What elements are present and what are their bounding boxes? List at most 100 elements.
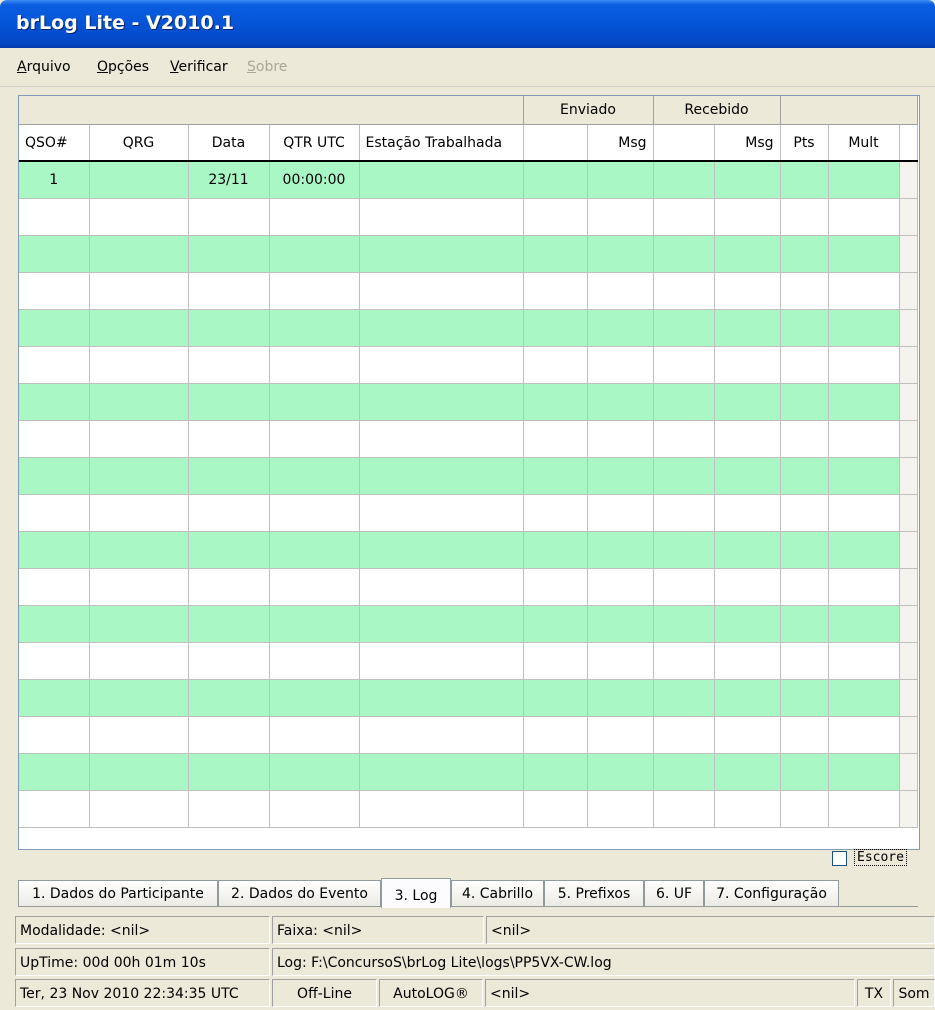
table-cell[interactable]: [269, 753, 360, 791]
col-header-pts[interactable]: Pts: [780, 124, 829, 162]
vertical-scrollbar[interactable]: ▲ ▼: [919, 134, 920, 849]
table-cell[interactable]: [653, 531, 715, 569]
table-cell[interactable]: [714, 531, 781, 569]
table-cell[interactable]: [269, 272, 360, 310]
table-cell[interactable]: [714, 235, 781, 273]
table-cell[interactable]: [828, 198, 900, 236]
table-cell[interactable]: [523, 457, 588, 495]
table-cell[interactable]: [780, 753, 829, 791]
table-cell[interactable]: [89, 198, 189, 236]
table-cell[interactable]: [714, 272, 781, 310]
table-cell[interactable]: [587, 642, 654, 680]
table-cell[interactable]: [523, 753, 588, 791]
table-cell[interactable]: [780, 235, 829, 273]
table-cell[interactable]: [828, 383, 900, 421]
table-cell[interactable]: [523, 494, 588, 532]
table-cell[interactable]: [587, 420, 654, 458]
table-row[interactable]: [19, 642, 918, 680]
col-header-enviado-msg[interactable]: Msg: [587, 124, 654, 162]
table-cell[interactable]: [359, 309, 524, 347]
table-cell[interactable]: [828, 605, 900, 643]
table-cell[interactable]: [780, 642, 829, 680]
table-cell[interactable]: [188, 198, 270, 236]
table-cell[interactable]: [269, 679, 360, 717]
table-cell[interactable]: [653, 420, 715, 458]
table-cell[interactable]: [828, 531, 900, 569]
table-cell[interactable]: [780, 790, 829, 828]
table-cell[interactable]: [587, 716, 654, 754]
table-cell[interactable]: [653, 161, 715, 199]
table-cell[interactable]: [587, 568, 654, 606]
table-row[interactable]: [19, 272, 918, 310]
table-cell[interactable]: [188, 309, 270, 347]
escore-checkbox-box[interactable]: [832, 851, 847, 866]
table-cell[interactable]: [19, 753, 90, 791]
table-cell[interactable]: [359, 235, 524, 273]
table-cell[interactable]: [89, 753, 189, 791]
table-row[interactable]: [19, 531, 918, 569]
table-cell[interactable]: [780, 309, 829, 347]
table-cell[interactable]: [653, 679, 715, 717]
table-cell[interactable]: [188, 346, 270, 384]
table-cell[interactable]: [19, 272, 90, 310]
table-cell[interactable]: [828, 642, 900, 680]
table-cell[interactable]: [523, 716, 588, 754]
table-cell[interactable]: [188, 679, 270, 717]
table-cell[interactable]: [188, 383, 270, 421]
table-cell[interactable]: [188, 568, 270, 606]
tab-dados-evento[interactable]: 2. Dados do Evento: [218, 880, 381, 906]
table-cell[interactable]: [89, 272, 189, 310]
table-cell[interactable]: [19, 235, 90, 273]
table-cell[interactable]: [19, 605, 90, 643]
table-cell[interactable]: [587, 309, 654, 347]
table-cell[interactable]: 1: [19, 161, 90, 199]
table-cell[interactable]: [89, 420, 189, 458]
table-cell[interactable]: [828, 753, 900, 791]
table-cell[interactable]: [359, 642, 524, 680]
table-cell[interactable]: [188, 235, 270, 273]
table-cell[interactable]: [828, 272, 900, 310]
table-cell[interactable]: [269, 198, 360, 236]
table-cell[interactable]: [653, 309, 715, 347]
table-cell[interactable]: [19, 309, 90, 347]
col-header-qso[interactable]: QSO#: [19, 124, 90, 162]
table-cell[interactable]: [653, 790, 715, 828]
table-cell[interactable]: [188, 531, 270, 569]
table-cell[interactable]: [269, 494, 360, 532]
table-cell[interactable]: [714, 716, 781, 754]
table-cell[interactable]: [828, 679, 900, 717]
table-cell[interactable]: [188, 716, 270, 754]
table-cell[interactable]: [523, 531, 588, 569]
table-cell[interactable]: [89, 494, 189, 532]
table-cell[interactable]: [587, 346, 654, 384]
table-cell[interactable]: [828, 568, 900, 606]
table-cell[interactable]: [587, 161, 654, 199]
table-cell[interactable]: [714, 383, 781, 421]
table-cell[interactable]: [780, 346, 829, 384]
table-cell[interactable]: [780, 161, 829, 199]
table-cell[interactable]: [653, 753, 715, 791]
tab-configuracao[interactable]: 7. Configuração: [704, 880, 839, 906]
table-cell[interactable]: [587, 605, 654, 643]
table-row[interactable]: [19, 790, 918, 828]
table-cell[interactable]: [780, 679, 829, 717]
table-cell[interactable]: [269, 383, 360, 421]
table-row[interactable]: [19, 383, 918, 421]
col-header-recebido-rst[interactable]: [653, 124, 715, 162]
table-cell[interactable]: [780, 457, 829, 495]
table-cell[interactable]: [89, 568, 189, 606]
table-cell[interactable]: [714, 198, 781, 236]
table-cell[interactable]: [714, 420, 781, 458]
table-row[interactable]: [19, 346, 918, 384]
table-cell[interactable]: [269, 642, 360, 680]
table-cell[interactable]: [359, 346, 524, 384]
table-cell[interactable]: [828, 235, 900, 273]
table-cell[interactable]: [359, 790, 524, 828]
table-cell[interactable]: [269, 605, 360, 643]
table-cell[interactable]: [587, 679, 654, 717]
table-cell[interactable]: [523, 679, 588, 717]
table-cell[interactable]: [188, 790, 270, 828]
table-cell[interactable]: 23/11: [188, 161, 270, 199]
table-cell[interactable]: [359, 198, 524, 236]
table-cell[interactable]: [828, 420, 900, 458]
